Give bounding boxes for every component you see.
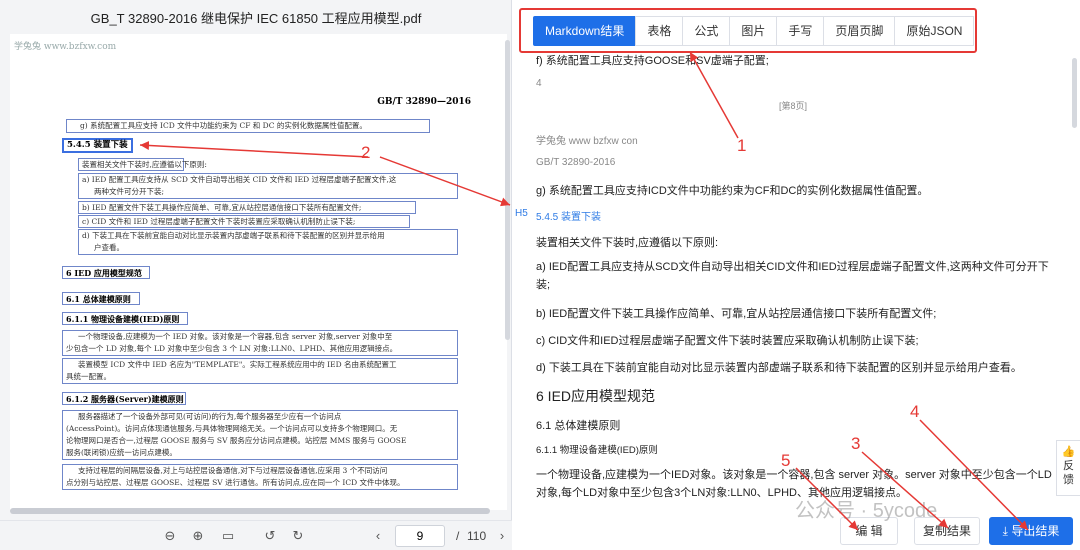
fit-page-icon[interactable]: ▭: [220, 528, 236, 544]
pdf-heading-612: 6.1.2 服务器(Server)建模原则: [66, 394, 184, 404]
pdf-line: 装置模型 ICD 文件中 IED 名应为"TEMPLATE"。实际工程系统应用中…: [78, 360, 397, 369]
pdf-viewer-pane: GB_T 32890-2016 继电保护 IEC 61850 工程应用模型.pd…: [0, 0, 512, 550]
pdf-title: GB_T 32890-2016 继电保护 IEC 61850 工程应用模型.pd…: [90, 11, 422, 26]
pdf-line: d) 下装工具在下装前宜能自动对比显示装置内部虚端子联系和待下装配置的区别并显示…: [82, 231, 385, 240]
result-heading-6: 6 IED应用模型规范: [536, 388, 656, 404]
annotation-number-2: 2: [361, 143, 371, 162]
thumbs-up-icon: 👍: [1061, 446, 1076, 458]
result-line: c) CID文件和IED过程层虚端子配置文件下装时装置应采取确认机制防止误下装;: [536, 335, 919, 347]
pdf-line: 两种文件可分开下装;: [94, 187, 165, 196]
pdf-line: 一个物理设备,应建模为一个 IED 对象。该对象是一个容器,包含 server …: [78, 332, 393, 341]
result-scrollbar[interactable]: [1072, 58, 1077, 128]
result-line: f) 系统配置工具应支持GOOSE和SV虚端子配置;: [536, 55, 769, 67]
pdf-watermark: 学兔兔 www.bzfxw.com: [14, 42, 117, 52]
vertical-scrollbar[interactable]: [505, 40, 510, 340]
result-heading-545: 5.4.5 装置下装: [536, 212, 602, 223]
tab-table[interactable]: 表格: [635, 16, 684, 46]
page-marker: [第8页]: [779, 101, 808, 111]
pdf-line: g) 系统配置工具应支持 ICD 文件中功能约束为 CF 和 DC 的实例化数据…: [80, 121, 367, 130]
pdf-page[interactable]: 学兔兔 www.bzfxw.com GB/T 32890—2016 g) 系统配…: [10, 34, 507, 510]
pdf-line: 服务(联闭锁)应统一访问点建模。: [66, 448, 177, 457]
tab-markdown[interactable]: Markdown结果: [533, 16, 637, 46]
annotation-number-4: 4: [910, 402, 920, 421]
result-tabs: Markdown结果 表格 公式 图片 手写 页眉页脚 原始JSON: [533, 16, 975, 46]
zoom-in-icon[interactable]: ⊕: [190, 528, 206, 544]
page-separator: /: [456, 529, 460, 543]
annotation-number-1: 1: [737, 136, 747, 155]
horizontal-scrollbar[interactable]: [10, 508, 490, 514]
rotate-right-icon[interactable]: ↻: [290, 528, 306, 544]
rotate-left-icon[interactable]: ↺: [262, 528, 278, 544]
export-label: 导出结果: [1011, 524, 1060, 538]
pdf-line: 支持过程层的间隔层设备,对上与站控层设备通信,对下与过程层设备通信,应采用 3 …: [78, 466, 388, 475]
pdf-line: 论物理网口是否合一,过程层 GOOSE 服务与 SV 服务应分访问点建模。站控层…: [66, 436, 407, 445]
brand-watermark: 公众号 · 5ycode: [795, 500, 938, 522]
result-line: b) IED配置文件下装工具操作应简单、可靠,宜从站控层通信接口下装所有配置文件…: [536, 308, 937, 320]
annotation-number-5: 5: [781, 451, 791, 470]
pdf-line: a) IED 配置工具应支持从 SCD 文件自动导出相关 CID 文件和 IED…: [82, 175, 397, 184]
pdf-standard-number: GB/T 32890—2016: [377, 97, 471, 107]
pdf-line: c) CID 文件和 IED 过程层虚端子配置文件下装时装置应采取确认机制防止误…: [82, 217, 356, 226]
result-watermark: 学兔兔 www bzfxw con: [536, 136, 638, 147]
result-heading-61: 6.1 总体建模原则: [536, 420, 621, 432]
tab-header-footer[interactable]: 页眉页脚: [823, 16, 896, 46]
result-line: g) 系统配置工具应支持ICD文件中功能约束为CF和DC的实例化数据属性值配置。: [536, 185, 929, 197]
tab-formula[interactable]: 公式: [682, 16, 731, 46]
page-total: 110: [467, 529, 487, 543]
pdf-line: 具统一配置。: [66, 372, 111, 381]
pdf-heading-61: 6.1 总体建模原则: [66, 294, 131, 304]
result-std: GB/T 32890-2016: [536, 157, 616, 168]
next-page-icon[interactable]: ›: [494, 528, 510, 544]
pdf-heading-6: 6 IED 应用模型规范: [66, 268, 142, 278]
heading-level-label: H5: [515, 208, 528, 219]
result-heading-611: 6.1.1 物理设备建模(IED)原则: [536, 445, 658, 456]
result-line: d) 下装工具在下装前宜能自动对比显示装置内部虚端子联系和待下装配置的区别并显示…: [536, 362, 1022, 374]
pdf-toolbar: ⊖ ⊕ ▭ ↺ ↻ ‹ / 110 ›: [0, 520, 512, 550]
export-result-button[interactable]: ⤓ 导出结果: [989, 517, 1073, 545]
annotation-number-3: 3: [851, 434, 861, 453]
pdf-line: 装置相关文件下装时,应遵循以下原则:: [82, 160, 207, 169]
pdf-line: 户查看。: [94, 243, 124, 252]
zoom-out-icon[interactable]: ⊖: [162, 528, 178, 544]
pdf-line: (AccessPoint)。访问点体现通信服务,与具体物理网络无关。一个访问点可…: [66, 424, 398, 433]
tab-image[interactable]: 图片: [729, 16, 778, 46]
result-line: 装置相关文件下装时,应遵循以下原则:: [536, 237, 719, 249]
pdf-line: 少包含一个 LD 对象,每个 LD 对象中至少包含 3 个 LN 对象:LLN0…: [66, 344, 398, 353]
tab-handwriting[interactable]: 手写: [776, 16, 825, 46]
result-line: a) IED配置工具应支持从SCD文件自动导出相关CID文件和IED过程层虚端子…: [536, 261, 1049, 291]
feedback-label: 反馈: [1063, 460, 1074, 486]
pdf-heading-545[interactable]: 5.4.5 装置下装: [62, 138, 133, 153]
pdf-line: b) IED 配置文件下装工具操作应简单、可靠,宜从站控层通信接口下装所有配置文…: [82, 203, 362, 212]
page-number-input[interactable]: [395, 525, 445, 547]
result-line: 4: [536, 78, 542, 89]
pdf-heading-611: 6.1.1 物理设备建模(IED)原则: [66, 314, 180, 324]
tab-raw-json[interactable]: 原始JSON: [894, 16, 975, 46]
pdf-line: 服务器描述了一个设备外部可见(可访问)的行为,每个服务器至少应有一个访问点: [78, 412, 342, 421]
feedback-button[interactable]: 👍 反馈: [1056, 440, 1080, 496]
pdf-line: 点分别与站控层、过程层 GOOSE、过程层 SV 进行通信。所有访问点,应在同一…: [66, 478, 405, 487]
prev-page-icon[interactable]: ‹: [370, 528, 386, 544]
